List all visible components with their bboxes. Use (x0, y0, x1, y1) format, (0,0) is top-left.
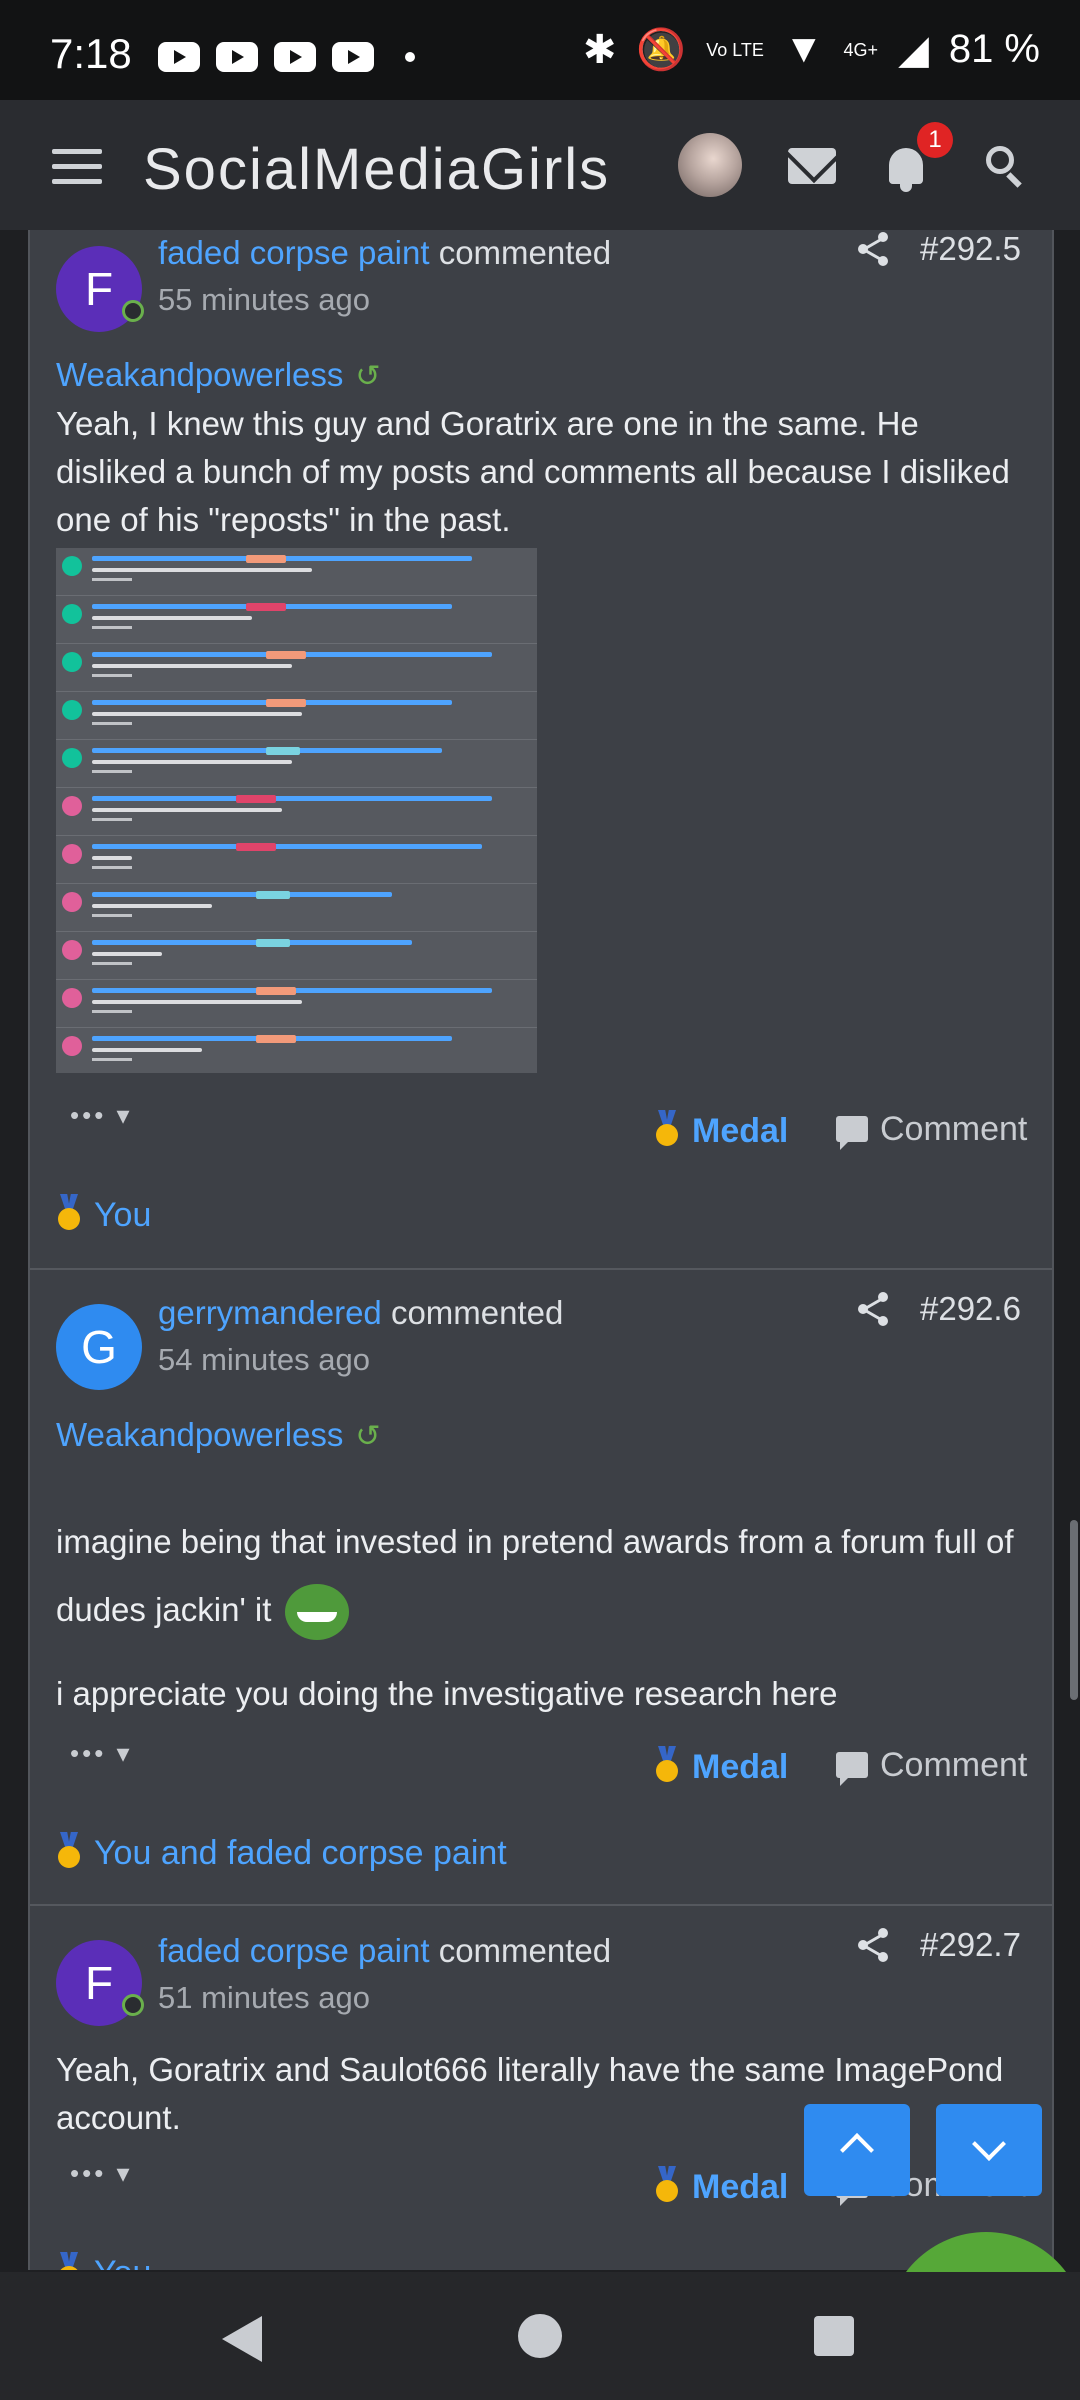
username-link[interactable]: faded corpse paint (158, 1932, 430, 1969)
share-icon[interactable] (854, 1926, 894, 1966)
site-title[interactable]: SocialMediaGirls (143, 136, 610, 203)
online-indicator (122, 300, 144, 322)
action-text: commented (438, 234, 612, 271)
share-icon[interactable] (854, 230, 894, 270)
share-icon[interactable] (854, 1290, 894, 1330)
comment-thread: F faded corpse paint commented 55 minute… (28, 230, 1054, 2270)
comment-button[interactable]: Comment (836, 1110, 1028, 1150)
medal-label: Medal (692, 2168, 789, 2206)
more-options-icon[interactable]: ••• ▾ (70, 1738, 133, 1769)
post-number[interactable]: #292.5 (920, 230, 1021, 268)
menu-icon[interactable] (52, 149, 102, 185)
comment-author-line: faded corpse paint commented (158, 1932, 611, 1970)
signal-icon: ◢ (898, 27, 929, 72)
recent-apps-icon[interactable] (814, 2316, 854, 2356)
medal-button[interactable]: Medal (654, 1746, 788, 1787)
reply-arrow-icon: ↺ (355, 1420, 381, 1453)
medal-label: Medal (692, 1748, 789, 1786)
reply-arrow-icon: ↺ (355, 360, 381, 393)
back-icon[interactable] (222, 2316, 262, 2362)
quoted-user[interactable]: Weakandpowerless (56, 1416, 343, 1453)
reaction-summary[interactable]: You and faded corpse paint (56, 1832, 507, 1873)
more-options-icon[interactable]: ••• ▾ (70, 1100, 133, 1131)
medal-icon (56, 2252, 82, 2270)
youtube-notification-icon (216, 42, 258, 72)
home-icon[interactable] (518, 2314, 562, 2358)
medal-icon (654, 1746, 680, 1784)
comment-body-second: i appreciate you doing the investigative… (56, 1675, 838, 1712)
youtube-notification-icon (332, 42, 374, 72)
comment-text: imagine being that invested in pretend a… (56, 1523, 1014, 1628)
bluetooth-icon: ✱ (582, 27, 617, 72)
timestamp[interactable]: 51 minutes ago (158, 1980, 370, 2016)
comment-author-line: faded corpse paint commented (158, 234, 611, 272)
attached-screenshot[interactable] (56, 548, 537, 1073)
reaction-users[interactable]: You (94, 2254, 151, 2270)
mute-icon: 🔕 (636, 28, 687, 72)
medal-icon (654, 2166, 680, 2204)
medal-label: Medal (692, 1112, 789, 1150)
post-number[interactable]: #292.7 (920, 1926, 1021, 1964)
system-nav-bar (0, 2272, 1080, 2400)
action-text: commented (438, 1932, 612, 1969)
comment-body: Yeah, I knew this guy and Goratrix are o… (56, 405, 1010, 538)
youtube-notification-icon (158, 42, 200, 72)
arrow-down-icon (972, 2127, 1006, 2161)
status-icons: ✱ 🔕 Vo LTE ▼ 4G+ ◢ 81 % (583, 26, 1040, 73)
quoted-user[interactable]: Weakandpowerless (56, 356, 343, 393)
more-options-icon[interactable]: ••• ▾ (70, 2158, 133, 2189)
username-link[interactable]: gerrymandered (158, 1294, 382, 1331)
reaction-users[interactable]: You (94, 1196, 151, 1234)
screen: 7:18 ✱ 🔕 Vo LTE ▼ 4G+ ◢ 81 % SocialMedia… (0, 0, 1080, 2400)
reaction-summary[interactable]: You (56, 1194, 151, 1235)
comment-author-line: gerrymandered commented (158, 1294, 563, 1332)
action-text: commented (390, 1294, 564, 1331)
scroll-down-button[interactable] (936, 2104, 1042, 2196)
quote-reference[interactable]: Weakandpowerless ↺ (56, 1416, 381, 1454)
more-notifications-dot (405, 52, 415, 62)
comment-icon (836, 1116, 868, 1150)
pepe-emoji-icon (284, 1584, 349, 1641)
post-number[interactable]: #292.6 (920, 1290, 1021, 1328)
scroll-up-button[interactable] (804, 2104, 910, 2196)
user-avatar[interactable] (678, 133, 742, 197)
network-type: 4G+ (843, 39, 879, 60)
medal-icon (654, 1110, 680, 1148)
medal-icon (56, 1194, 82, 1232)
medal-button[interactable]: Medal (654, 2166, 788, 2207)
timestamp[interactable]: 54 minutes ago (158, 1342, 370, 1378)
wifi-icon: ▼ (783, 27, 824, 71)
scrollbar[interactable] (1070, 1520, 1078, 1700)
comment-icon (836, 1752, 868, 1786)
online-indicator (122, 1994, 144, 2016)
avatar[interactable]: G (56, 1304, 142, 1390)
divider (30, 1268, 1052, 1270)
quote-reference[interactable]: Weakandpowerless ↺ (56, 356, 381, 394)
arrow-up-icon (840, 2133, 874, 2167)
status-bar: 7:18 ✱ 🔕 Vo LTE ▼ 4G+ ◢ 81 % (0, 0, 1080, 100)
youtube-notification-icon (274, 42, 316, 72)
status-time: 7:18 (50, 30, 132, 77)
notification-badge: 1 (917, 122, 953, 158)
mail-icon[interactable] (788, 148, 836, 184)
reaction-summary[interactable]: You (56, 2252, 151, 2270)
timestamp[interactable]: 55 minutes ago (158, 282, 370, 318)
medal-button[interactable]: Medal (654, 1110, 788, 1151)
comment-label: Comment (880, 1746, 1028, 1784)
comment-body: imagine being that invested in pretend a… (56, 1508, 1046, 1644)
divider (30, 1904, 1052, 1906)
battery-level: 81 % (948, 27, 1040, 71)
volte-indicator: Vo LTE (706, 39, 764, 60)
comment-button[interactable]: Comment (836, 1746, 1028, 1786)
reaction-users[interactable]: You and faded corpse paint (94, 1834, 507, 1872)
medal-icon (56, 1832, 82, 1870)
app-bar: SocialMediaGirls 1 (0, 100, 1080, 230)
username-link[interactable]: faded corpse paint (158, 234, 430, 271)
search-icon[interactable] (984, 144, 1028, 188)
comment-label: Comment (880, 1110, 1028, 1148)
